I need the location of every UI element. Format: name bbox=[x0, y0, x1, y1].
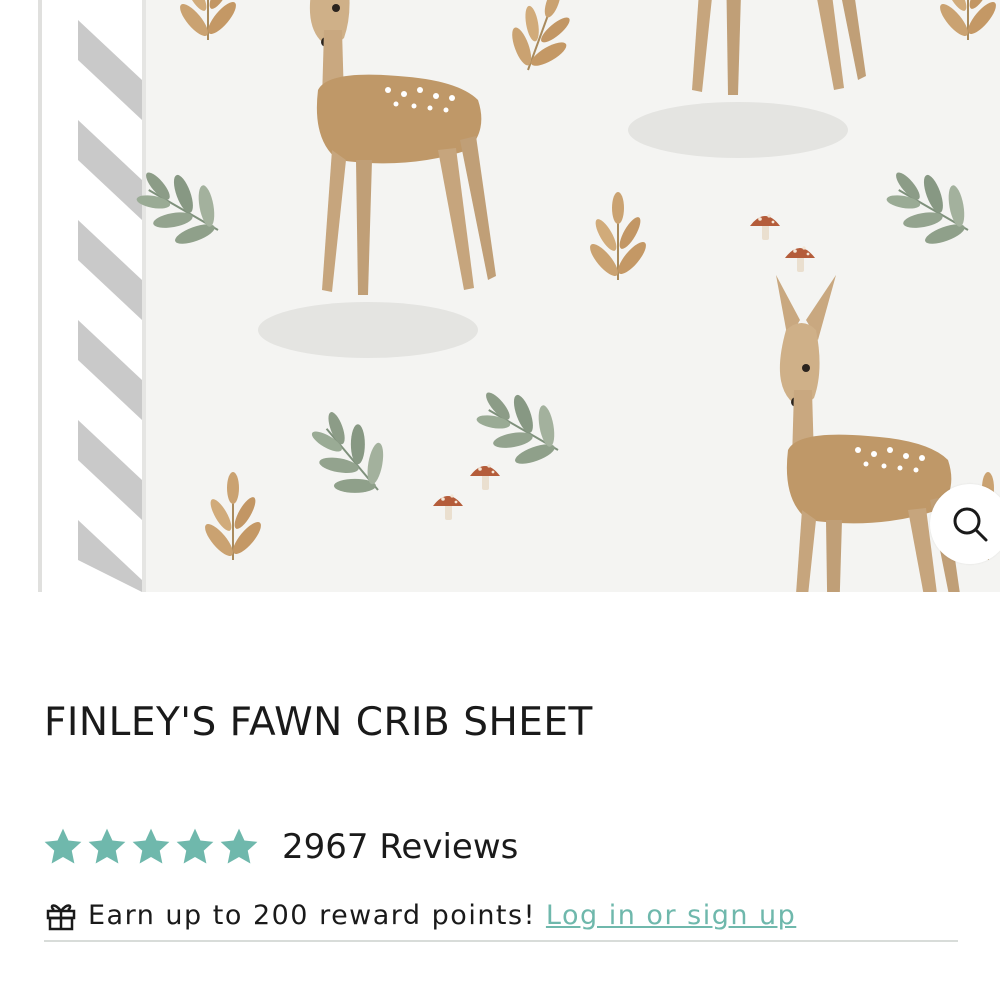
fawn-pattern-illustration bbox=[38, 0, 1000, 592]
product-title: FINLEY'S FAWN CRIB SHEET bbox=[44, 700, 593, 745]
search-icon bbox=[953, 507, 988, 542]
zoom-button[interactable] bbox=[930, 484, 1000, 564]
rating-row: 2967 Reviews bbox=[42, 822, 518, 872]
star-icon bbox=[132, 828, 170, 864]
gift-icon bbox=[46, 904, 76, 931]
product-image[interactable] bbox=[38, 0, 1000, 592]
product-page: FINLEY'S FAWN CRIB SHEET 2967 Reviews Ea… bbox=[0, 0, 1000, 1000]
star-icon bbox=[88, 828, 126, 864]
star-rating[interactable] bbox=[42, 826, 260, 868]
reward-points-row: Earn up to 200 reward points! Log in or … bbox=[44, 898, 796, 932]
star-icon bbox=[220, 828, 258, 864]
star-icon bbox=[44, 828, 82, 864]
divider bbox=[44, 940, 958, 942]
login-signup-link[interactable]: Log in or sign up bbox=[546, 900, 796, 931]
review-count-link[interactable]: 2967 Reviews bbox=[282, 827, 518, 867]
reward-points-text: Earn up to 200 reward points! bbox=[88, 899, 536, 931]
star-icon bbox=[176, 828, 214, 864]
